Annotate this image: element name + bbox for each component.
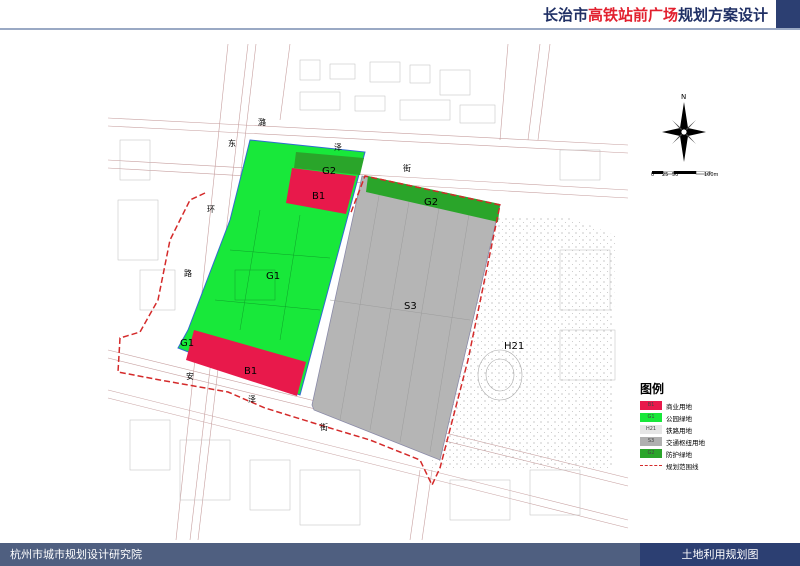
scale-tick-0: 0: [651, 172, 655, 178]
legend-item-g2: G2 防护绿地: [640, 448, 750, 459]
label-g1-main: G1: [266, 271, 280, 282]
footer-sheet-title: 土地利用规划图: [640, 543, 800, 566]
legend-label-s3: 交通枢纽用地: [666, 438, 705, 447]
scale-bar: 0 25 50 100m: [651, 168, 722, 187]
scale-tick-50: 50: [672, 172, 679, 178]
road-label-north-2: 环: [207, 205, 215, 214]
road-label-bottom-2: 泽: [248, 395, 256, 404]
road-label-top-1: 潞: [258, 117, 266, 127]
legend-label-g2: 防护绿地: [666, 450, 692, 459]
label-h21: H21: [504, 341, 524, 352]
legend-label-b1: 商业用地: [666, 402, 692, 411]
label-g2-right: G2: [424, 197, 438, 208]
label-s3: S3: [404, 301, 417, 312]
legend-item-boundary: 规划范围线: [640, 460, 750, 471]
label-g2-left: G2: [322, 166, 336, 177]
scale-tick-100: 100m: [704, 172, 719, 178]
label-b1-bottom: B1: [244, 366, 257, 377]
road-label-north-1: 东: [228, 138, 236, 148]
legend-swatch-s3: S3: [640, 437, 662, 446]
compass-icon: N: [662, 93, 706, 162]
legend-item-s3: S3 交通枢纽用地: [640, 436, 750, 447]
label-b1-top: B1: [312, 191, 325, 202]
legend-title: 图例: [640, 382, 665, 396]
road-label-top-2: 泽: [334, 143, 342, 152]
legend-swatch-g2: G2: [640, 449, 662, 458]
road-label-bottom-1: 安: [186, 371, 194, 381]
legend-item-b1: B1 商业用地: [640, 400, 750, 411]
legend: 图例 B1 商业用地 G1 公园绿地 H21 铁路用地 S3 交通枢纽用地 G2…: [640, 380, 750, 472]
legend-swatch-boundary: [640, 465, 662, 466]
road-label-top-3: 街: [403, 163, 411, 173]
legend-label-boundary: 规划范围线: [666, 462, 699, 471]
legend-label-g1: 公园绿地: [666, 414, 692, 423]
legend-item-g1: G1 公园绿地: [640, 412, 750, 423]
compass-north-label: N: [681, 93, 686, 101]
road-label-bottom-3: 街: [320, 422, 328, 432]
label-g1-small: G1: [180, 338, 194, 349]
legend-swatch-b1: B1: [640, 401, 662, 410]
land-use-map: 东 环 路 潞 泽 街 安 泽 街 B1 B1 G1 G1 G2 G2 S3 H…: [107, 43, 706, 541]
legend-item-h21: H21 铁路用地: [640, 424, 750, 435]
legend-swatch-h21: H21: [640, 425, 662, 434]
footer-bar: 杭州市城市规划设计研究院 土地利用规划图: [0, 543, 800, 566]
road-label-north-3: 路: [184, 268, 192, 278]
footer-institute: 杭州市城市规划设计研究院: [10, 548, 142, 561]
legend-swatch-g1: G1: [640, 413, 662, 422]
scale-tick-25: 25: [662, 172, 669, 178]
legend-label-h21: 铁路用地: [666, 426, 692, 435]
